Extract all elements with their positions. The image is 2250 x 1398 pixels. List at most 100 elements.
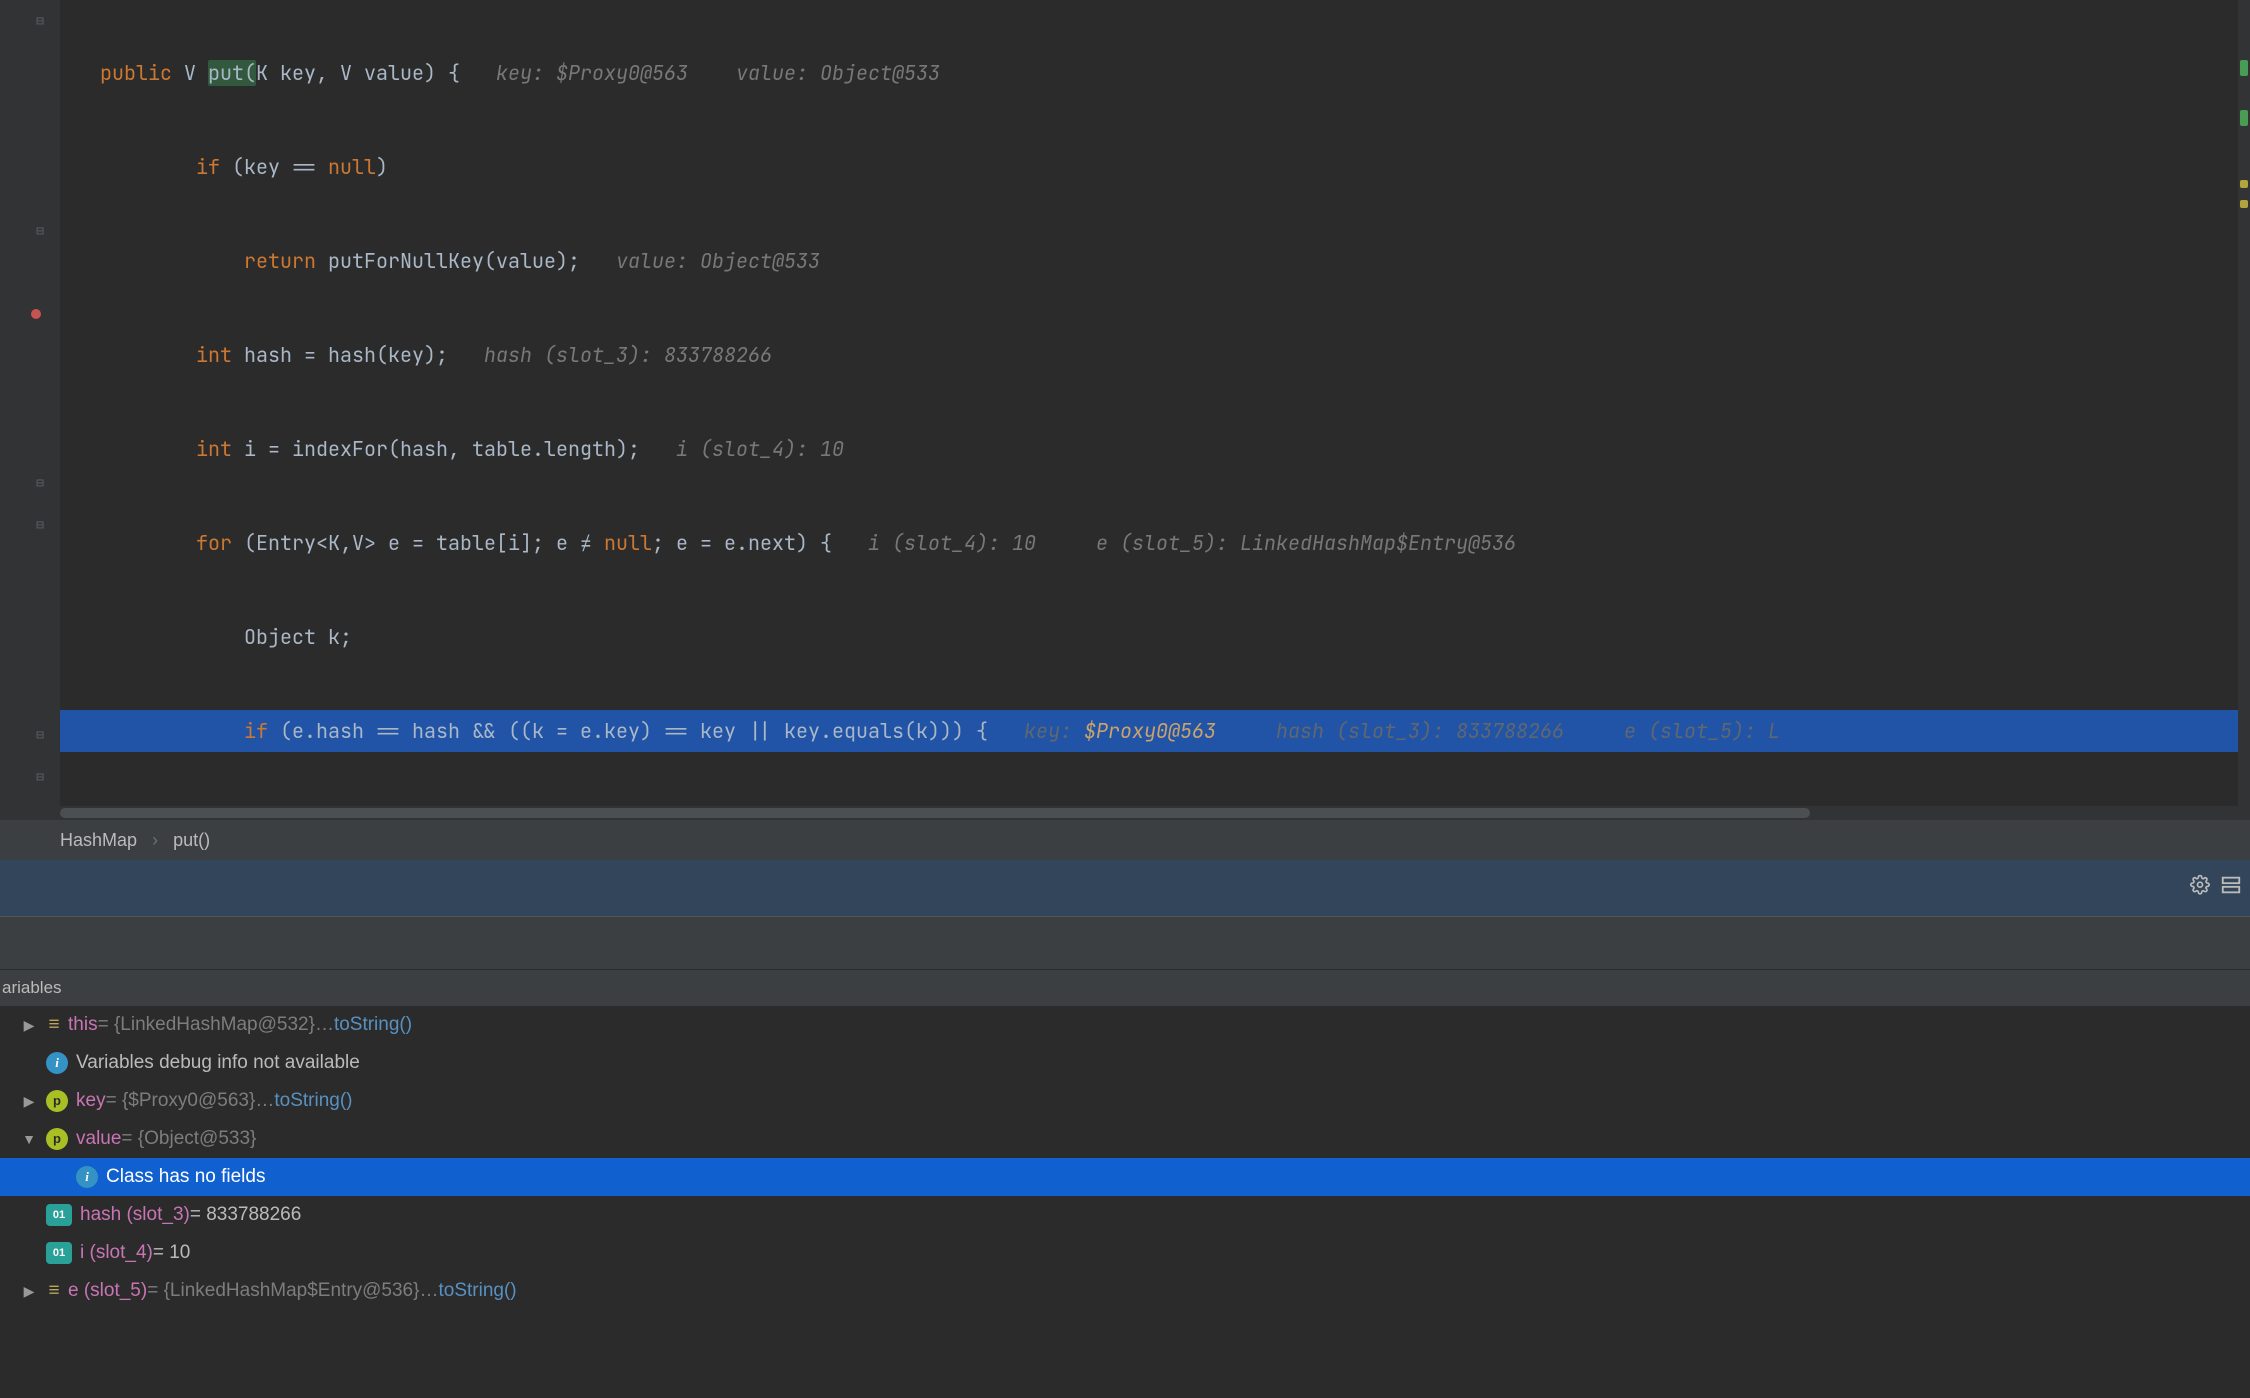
var-value: = 833788266 — [190, 1196, 301, 1234]
chevron-right-icon[interactable]: ▶ — [18, 1272, 40, 1310]
variables-panel[interactable]: ▶ ≡ this = {LinkedHashMap@532} … toStrin… — [0, 1006, 2250, 1310]
tostring-link[interactable]: toString() — [334, 1006, 412, 1044]
variable-row-no-fields[interactable]: i Class has no fields — [0, 1158, 2250, 1196]
info-text: Class has no fields — [106, 1158, 265, 1196]
gear-icon[interactable] — [2190, 874, 2210, 903]
keyword-int: int — [100, 342, 232, 368]
code-text: putForNullKey(value); — [316, 248, 580, 274]
object-icon: ≡ — [46, 1006, 62, 1044]
breadcrumb-method[interactable]: put() — [173, 830, 210, 850]
info-icon: i — [76, 1166, 98, 1188]
primitive-icon: 01 — [46, 1204, 72, 1226]
variable-row-this[interactable]: ▶ ≡ this = {LinkedHashMap@532} … toStrin… — [0, 1006, 2250, 1044]
var-name: value — [76, 1120, 121, 1158]
layout-icon[interactable] — [2220, 874, 2242, 902]
inlay-hint: key: $Proxy0@563 value: Object@533 — [460, 60, 940, 86]
code-text: i = indexFor(hash, table.length); — [232, 436, 640, 462]
param-icon: p — [46, 1090, 68, 1112]
variable-row-info[interactable]: ▶ i Variables debug info not available — [0, 1044, 2250, 1082]
execution-point-line[interactable]: if (e.hash == hash && ((k = e.key) == ke… — [60, 710, 2250, 752]
code-line[interactable]: Object k; — [60, 616, 2250, 658]
var-name: hash (slot_3) — [80, 1196, 190, 1234]
var-value: = {$Proxy0@563} — [106, 1082, 256, 1120]
code-text: Object k; — [100, 624, 352, 650]
fold-icon[interactable]: ⊟ — [28, 475, 52, 495]
var-value: = {LinkedHashMap$Entry@536} — [147, 1272, 419, 1310]
scrollbar-thumb[interactable] — [60, 808, 1810, 818]
breakpoint-icon[interactable] — [24, 307, 48, 327]
tostring-link[interactable]: toString() — [274, 1082, 352, 1120]
chevron-right-icon[interactable]: ▶ — [18, 1082, 40, 1120]
fold-icon[interactable]: ⊟ — [28, 223, 52, 243]
error-stripe[interactable] — [2238, 0, 2250, 806]
variables-tab-label[interactable]: ariables — [0, 970, 2250, 1006]
method-highlight: put( — [208, 60, 256, 86]
var-ellipsis: … — [255, 1082, 274, 1120]
inlay-value: $Proxy0@563 — [1084, 718, 1216, 744]
inlay-hint: value: Object@533 — [580, 248, 820, 274]
debug-toolbar — [0, 860, 2250, 917]
inlay-hint: hash (slot_3): 833788266 e (slot_5): L — [1216, 718, 1780, 744]
var-value: = 10 — [153, 1234, 191, 1272]
horizontal-scrollbar[interactable] — [60, 806, 2250, 820]
chevron-down-icon[interactable]: ▼ — [18, 1120, 40, 1158]
code-editor[interactable]: ⊟ ⊟ ⊟ ⊟ ⊟ ⊟ public V put(K key, V value)… — [0, 0, 2250, 820]
variable-row-value[interactable]: ▼ p value = {Object@533} — [0, 1120, 2250, 1158]
code-text: ; e = e.next) { — [652, 530, 832, 556]
keyword-null: null — [328, 154, 376, 180]
breadcrumb[interactable]: HashMap › put() — [0, 820, 2250, 860]
keyword-for: for — [100, 530, 232, 556]
code-text: ) — [376, 154, 388, 180]
var-value: = {Object@533} — [121, 1120, 256, 1158]
code-line[interactable]: public V put(K key, V value) { key: $Pro… — [60, 52, 2250, 94]
code-text: K key, V value) { — [256, 60, 460, 86]
fold-icon[interactable]: ⊟ — [28, 517, 52, 537]
stripe-mark[interactable] — [2240, 200, 2248, 208]
primitive-icon: 01 — [46, 1242, 72, 1264]
code-text: (key == — [220, 154, 328, 180]
var-name: key — [76, 1082, 106, 1120]
var-value: = {LinkedHashMap@532} — [98, 1006, 315, 1044]
keyword-public: public — [100, 60, 172, 86]
var-ellipsis: … — [315, 1006, 334, 1044]
inlay-hint: key: — [988, 718, 1084, 744]
inlay-hint: i (slot_4): 10 — [640, 436, 844, 462]
code-content[interactable]: public V put(K key, V value) { key: $Pro… — [60, 0, 2250, 820]
info-icon: i — [46, 1052, 68, 1074]
panel-strip — [0, 917, 2250, 970]
code-text: hash = hash(key); — [232, 342, 448, 368]
var-name: e (slot_5) — [68, 1272, 147, 1310]
code-text: V — [172, 60, 208, 86]
code-line[interactable]: int i = indexFor(hash, table.length); i … — [60, 428, 2250, 470]
inlay-hint: hash (slot_3): 833788266 — [448, 342, 772, 368]
variable-row-e[interactable]: ▶ ≡ e (slot_5) = {LinkedHashMap$Entry@53… — [0, 1272, 2250, 1310]
info-text: Variables debug info not available — [76, 1044, 360, 1082]
stripe-mark[interactable] — [2240, 110, 2248, 126]
breadcrumb-class[interactable]: HashMap — [60, 830, 137, 850]
code-line[interactable]: int hash = hash(key); hash (slot_3): 833… — [60, 334, 2250, 376]
fold-icon[interactable]: ⊟ — [28, 13, 52, 33]
code-line[interactable]: return putForNullKey(value); value: Obje… — [60, 240, 2250, 282]
code-text: (Entry<K,V> e = table[i]; e ≠ — [232, 530, 604, 556]
code-line[interactable]: for (Entry<K,V> e = table[i]; e ≠ null; … — [60, 522, 2250, 564]
fold-icon[interactable]: ⊟ — [28, 727, 52, 747]
var-name: i (slot_4) — [80, 1234, 153, 1272]
code-line[interactable]: if (key == null) — [60, 146, 2250, 188]
stripe-mark[interactable] — [2240, 60, 2248, 76]
variable-row-key[interactable]: ▶ p key = {$Proxy0@563} … toString() — [0, 1082, 2250, 1120]
fold-icon[interactable]: ⊟ — [28, 769, 52, 789]
var-ellipsis: … — [419, 1272, 438, 1310]
object-icon: ≡ — [46, 1272, 62, 1310]
keyword-return: return — [100, 248, 316, 274]
variable-row-i[interactable]: ▶ 01 i (slot_4) = 10 — [0, 1234, 2250, 1272]
editor-gutter: ⊟ ⊟ ⊟ ⊟ ⊟ ⊟ — [0, 0, 60, 820]
stripe-mark[interactable] — [2240, 180, 2248, 188]
chevron-right-icon[interactable]: ▶ — [18, 1006, 40, 1044]
variable-row-hash[interactable]: ▶ 01 hash (slot_3) = 833788266 — [0, 1196, 2250, 1234]
keyword-if: if — [100, 154, 220, 180]
tostring-link[interactable]: toString() — [438, 1272, 516, 1310]
param-icon: p — [46, 1128, 68, 1150]
inlay-hint: i (slot_4): 10 e (slot_5): LinkedHashMap… — [832, 530, 1516, 556]
keyword-int: int — [100, 436, 232, 462]
var-name: this — [68, 1006, 98, 1044]
